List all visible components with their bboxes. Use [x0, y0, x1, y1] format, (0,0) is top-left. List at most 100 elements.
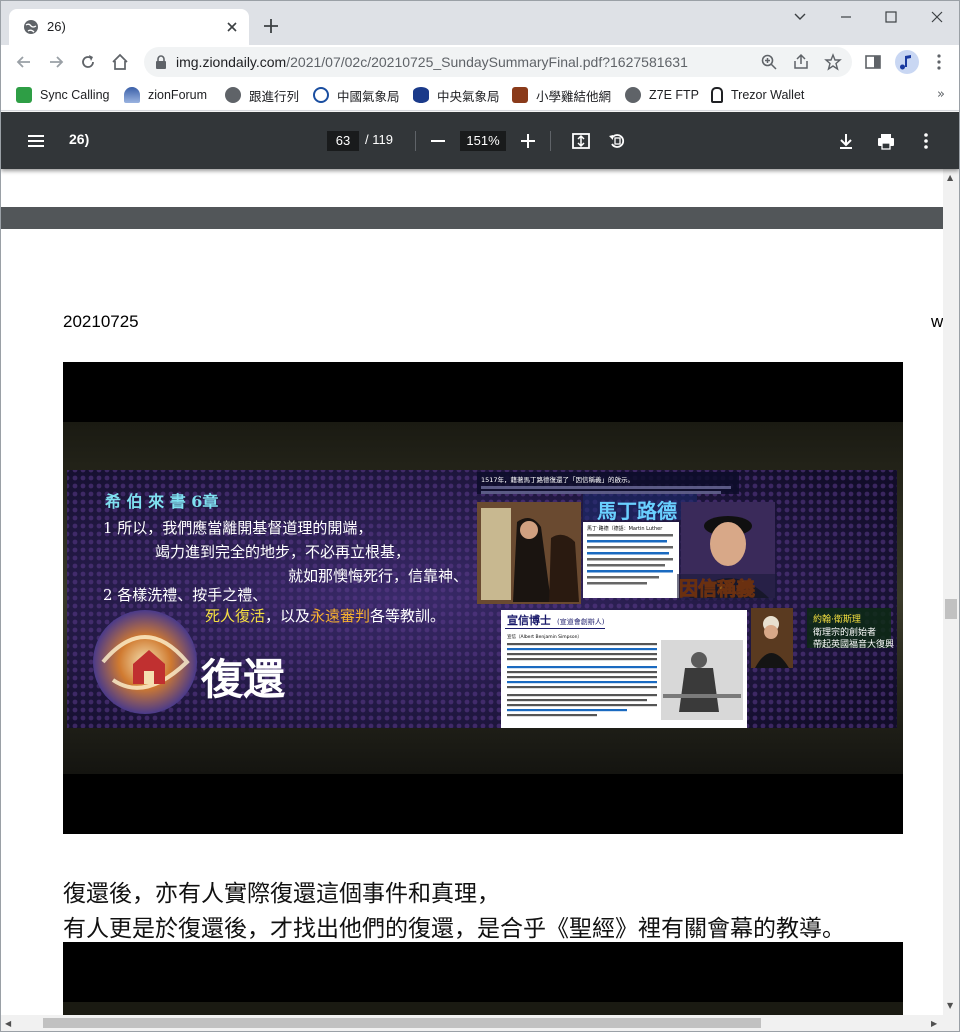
- pdf-document-area[interactable]: 20210725 w 希 伯 來 書 6章 1 所以，我們應當離開基督道理的開端…: [1, 169, 943, 1015]
- bookmark-star-icon[interactable]: [824, 53, 842, 71]
- luther-strip-text: 1517年，藉著馬丁路德復還了「因信稱義」的啟示。: [481, 475, 634, 484]
- bookmark-label: 小學雞結他網: [536, 89, 612, 104]
- address-bar[interactable]: img.ziondaily.com/2021/07/02c/20210725_S…: [144, 47, 852, 77]
- tab-pdf[interactable]: 26): [9, 9, 249, 45]
- reload-icon[interactable]: [78, 52, 98, 72]
- page-header-clipped: w: [931, 312, 943, 331]
- previous-page-bottom: [1, 169, 943, 207]
- zoom-level-input[interactable]: 151%: [460, 131, 506, 151]
- cwb-icon: [413, 87, 429, 103]
- page-separator: [1, 207, 943, 229]
- close-icon[interactable]: [223, 18, 241, 36]
- verse-line-4: 2 各樣洗禮、按手之禮、: [103, 586, 267, 604]
- more-vert-icon[interactable]: [929, 52, 949, 72]
- side-panel-icon[interactable]: [863, 52, 883, 72]
- slide-big-title: 復還: [200, 655, 285, 704]
- chevron-down-icon[interactable]: [787, 7, 813, 27]
- bookmark-label: Z7E FTP: [649, 88, 700, 102]
- bookmark-sync-calling[interactable]: Sync Calling: [16, 86, 109, 104]
- maximize-icon[interactable]: [878, 7, 904, 27]
- scroll-right-arrow-icon[interactable]: ▶: [931, 1019, 937, 1028]
- bookmark-cwb[interactable]: 中央氣象局: [413, 86, 500, 104]
- caption-line-1: 復還後，亦有人實際復還這個事件和真理，: [63, 881, 500, 907]
- browser-window: 26) img.ziondaily.com/2021/07/02c/202107…: [0, 0, 960, 1032]
- download-icon[interactable]: [836, 131, 856, 151]
- lock-icon[interactable]: [152, 53, 170, 71]
- caption-line-2: 有人更是於復還後，才找出他們的復還，是合乎《聖經》裡有關會幕的教導。: [63, 916, 845, 942]
- luther-name: 馬丁‧路德（德語：Martin Luther: [587, 525, 663, 532]
- browser-toolbar: img.ziondaily.com/2021/07/02c/20210725_S…: [1, 45, 959, 79]
- simpson-banner: 宣信博士: [507, 613, 551, 627]
- wesley-name: 約翰‧衛斯理: [813, 613, 861, 625]
- globe-icon: [225, 87, 241, 103]
- back-arrow-icon[interactable]: [14, 52, 34, 72]
- print-icon[interactable]: [876, 131, 896, 151]
- vertical-scrollbar[interactable]: [943, 169, 959, 1015]
- bookmarks-bar: Sync Calling zionForum 跟進行列 中國氣象局 中央氣象局 …: [1, 79, 959, 111]
- url-host: img.ziondaily.com: [176, 54, 287, 70]
- bookmark-label: Sync Calling: [40, 88, 110, 102]
- tab-title: 26): [47, 19, 66, 34]
- book-title: 希 伯 來 書 6章: [105, 492, 218, 511]
- scroll-down-arrow-icon[interactable]: ▼: [947, 1001, 953, 1010]
- bookmark-zionforum[interactable]: zionForum: [124, 86, 207, 104]
- zoom-out-icon[interactable]: [428, 131, 448, 151]
- page-date: 20210725: [63, 312, 139, 331]
- wesley-line-1: 衛理宗的創始者: [813, 626, 876, 638]
- zoom-icon[interactable]: [760, 53, 778, 71]
- pdf-toolbar: 26) 63 / 119 151%: [1, 112, 959, 169]
- more-vert-icon[interactable]: [916, 131, 936, 151]
- scroll-left-arrow-icon[interactable]: ◀: [5, 1019, 11, 1028]
- tab-strip: 26): [1, 1, 959, 45]
- wesley-line-2: 帶起英國福音大復興: [813, 638, 894, 650]
- url-text[interactable]: img.ziondaily.com/2021/07/02c/20210725_S…: [176, 54, 688, 70]
- toolbar-divider: [550, 131, 551, 151]
- scroll-up-arrow-icon[interactable]: ▲: [947, 173, 953, 182]
- bookmark-label: zionForum: [148, 88, 208, 102]
- verse-line-5: 死人復活，以及永遠審判各等教訓。: [205, 607, 445, 625]
- forward-arrow-icon[interactable]: [46, 52, 66, 72]
- bookmark-label: 跟進行列: [249, 89, 300, 104]
- bookmark-label: 中國氣象局: [337, 89, 400, 104]
- bookmark-z7e-ftp[interactable]: Z7E FTP: [625, 86, 699, 104]
- horizontal-scroll-thumb[interactable]: [43, 1018, 761, 1028]
- rotate-icon[interactable]: [607, 131, 627, 151]
- fit-page-icon[interactable]: [571, 131, 591, 151]
- lock-icon: [711, 87, 723, 103]
- bookmark-guitar[interactable]: 小學雞結他網: [512, 86, 611, 104]
- share-icon[interactable]: [792, 53, 810, 71]
- url-path: /2021/07/02c/20210725_SundaySummaryFinal…: [286, 54, 688, 70]
- globe-icon: [625, 87, 641, 103]
- verse-end: 各等教訓。: [370, 607, 445, 625]
- next-slide-image: [63, 942, 903, 1015]
- toolbar-divider: [415, 131, 416, 151]
- forum-icon: [124, 87, 140, 103]
- bookmark-follow-up[interactable]: 跟進行列: [225, 86, 299, 104]
- slide-graphic: 希 伯 來 書 6章 1 所以，我們應當離開基督道理的開端， 竭力進到完全的地步…: [63, 422, 903, 774]
- bookmark-trezor[interactable]: Trezor Wallet: [711, 86, 804, 104]
- bookmark-label: Trezor Wallet: [731, 88, 805, 102]
- verse-line-3: 就如那懊悔死行，信靠神、: [288, 567, 468, 585]
- profile-avatar[interactable]: [895, 50, 919, 74]
- verse-highlight-judgment: 永遠審判: [310, 607, 370, 625]
- cma-icon: [313, 87, 329, 103]
- zoom-in-icon[interactable]: [518, 131, 538, 151]
- page-number-input[interactable]: 63: [327, 131, 359, 151]
- new-tab-plus-icon[interactable]: [262, 17, 280, 35]
- bookmark-cma[interactable]: 中國氣象局: [313, 86, 400, 104]
- music-note-icon: [900, 55, 911, 70]
- luther-tag: 因信稱義: [679, 577, 755, 600]
- sync-calling-icon: [16, 87, 32, 103]
- verse-mid: ，以及: [265, 607, 310, 625]
- home-icon[interactable]: [110, 52, 130, 72]
- simpson-sub: (宣道會創辦人): [557, 617, 605, 626]
- menu-icon[interactable]: [26, 131, 46, 151]
- bookmark-label: 中央氣象局: [437, 89, 500, 104]
- vertical-scroll-thumb[interactable]: [945, 599, 957, 619]
- verse-line-1: 1 所以，我們應當離開基督道理的開端，: [103, 519, 372, 537]
- page-total: / 119: [365, 132, 393, 147]
- window-close-icon[interactable]: [924, 7, 950, 27]
- minimize-icon[interactable]: [833, 7, 859, 27]
- chevron-double-right-icon[interactable]: »: [937, 87, 945, 102]
- globe-icon: [24, 20, 38, 34]
